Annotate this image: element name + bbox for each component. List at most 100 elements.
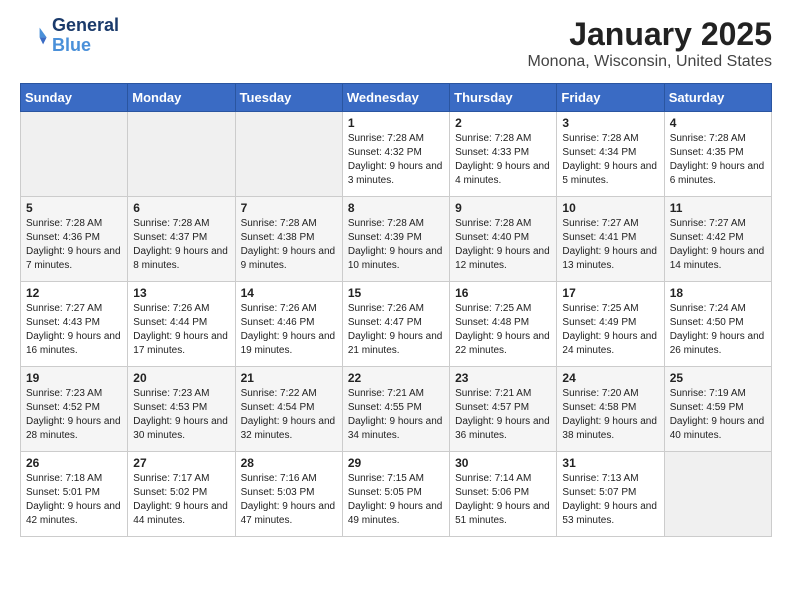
day-info: Sunrise: 7:25 AM Sunset: 4:49 PM Dayligh…	[562, 302, 658, 358]
calendar-cell	[235, 112, 342, 197]
weekday-header-saturday: Saturday	[664, 84, 771, 112]
day-number: 7	[241, 201, 337, 215]
day-info: Sunrise: 7:28 AM Sunset: 4:36 PM Dayligh…	[26, 217, 122, 273]
day-number: 2	[455, 116, 551, 130]
calendar-cell: 25Sunrise: 7:19 AM Sunset: 4:59 PM Dayli…	[664, 367, 771, 452]
logo-line1: General	[52, 16, 119, 36]
day-number: 14	[241, 286, 337, 300]
day-number: 3	[562, 116, 658, 130]
day-number: 18	[670, 286, 766, 300]
month-title: January 2025	[527, 16, 772, 53]
calendar-cell: 31 Sunrise: 7:13 AM Sunset: 5:07 PM Dayli…	[557, 452, 664, 537]
calendar-cell: 8 Sunrise: 7:28 AM Sunset: 4:39 PM Daylig…	[342, 197, 449, 282]
day-info: Sunrise: 7:26 AM Sunset: 4:46 PM Dayligh…	[241, 302, 337, 358]
day-info: Sunrise: 7:20 AM Sunset: 4:58 PM Dayligh…	[562, 387, 658, 443]
day-info: Sunrise: 7:28 AM Sunset: 4:32 PM Dayligh…	[348, 132, 444, 188]
calendar-table: SundayMondayTuesdayWednesdayThursdayFrid…	[20, 83, 772, 537]
day-number: 13	[133, 286, 229, 300]
day-info: Sunrise: 7:27 AM Sunset: 4:43 PM Dayligh…	[26, 302, 122, 358]
day-info: Sunrise: 7:16 AM Sunset: 5:03 PM Dayligh…	[241, 472, 337, 528]
page-header: General Blue January 2025 Monona, Wiscon…	[20, 16, 772, 71]
logo-icon	[20, 22, 48, 50]
day-info: Sunrise: 7:15 AM Sunset: 5:05 PM Dayligh…	[348, 472, 444, 528]
weekday-header-wednesday: Wednesday	[342, 84, 449, 112]
calendar-week-2: 5Sunrise: 7:28 AM Sunset: 4:36 PM Daylig…	[21, 197, 772, 282]
day-info: Sunrise: 7:23 AM Sunset: 4:52 PM Dayligh…	[26, 387, 122, 443]
day-number: 9	[455, 201, 551, 215]
day-info: Sunrise: 7:19 AM Sunset: 4:59 PM Dayligh…	[670, 387, 766, 443]
calendar-cell: 19 Sunrise: 7:23 AM Sunset: 4:52 PM Dayli…	[21, 367, 128, 452]
calendar-cell: 16Sunrise: 7:25 AM Sunset: 4:48 PM Dayli…	[450, 282, 557, 367]
calendar-cell: 11 Sunrise: 7:27 AM Sunset: 4:42 PM Dayli…	[664, 197, 771, 282]
day-number: 19	[26, 371, 122, 385]
calendar-cell: 28 Sunrise: 7:16 AM Sunset: 5:03 PM Dayli…	[235, 452, 342, 537]
calendar-week-4: 19 Sunrise: 7:23 AM Sunset: 4:52 PM Dayli…	[21, 367, 772, 452]
day-number: 31	[562, 456, 658, 470]
day-info: Sunrise: 7:27 AM Sunset: 4:42 PM Dayligh…	[670, 217, 766, 273]
day-number: 21	[241, 371, 337, 385]
calendar-cell: 14 Sunrise: 7:26 AM Sunset: 4:46 PM Dayli…	[235, 282, 342, 367]
day-number: 26	[26, 456, 122, 470]
day-info: Sunrise: 7:26 AM Sunset: 4:44 PM Dayligh…	[133, 302, 229, 358]
day-number: 1	[348, 116, 444, 130]
calendar-cell: 9Sunrise: 7:28 AM Sunset: 4:40 PM Daylig…	[450, 197, 557, 282]
day-info: Sunrise: 7:13 AM Sunset: 5:07 PM Dayligh…	[562, 472, 658, 528]
day-info: Sunrise: 7:28 AM Sunset: 4:35 PM Dayligh…	[670, 132, 766, 188]
logo: General Blue	[20, 16, 119, 56]
day-info: Sunrise: 7:21 AM Sunset: 4:55 PM Dayligh…	[348, 387, 444, 443]
calendar-week-3: 12 Sunrise: 7:27 AM Sunset: 4:43 PM Dayli…	[21, 282, 772, 367]
day-info: Sunrise: 7:14 AM Sunset: 5:06 PM Dayligh…	[455, 472, 551, 528]
calendar-cell: 23 Sunrise: 7:21 AM Sunset: 4:57 PM Dayli…	[450, 367, 557, 452]
calendar-cell: 18Sunrise: 7:24 AM Sunset: 4:50 PM Dayli…	[664, 282, 771, 367]
day-info: Sunrise: 7:18 AM Sunset: 5:01 PM Dayligh…	[26, 472, 122, 528]
calendar-cell: 3Sunrise: 7:28 AM Sunset: 4:34 PM Daylig…	[557, 112, 664, 197]
day-number: 23	[455, 371, 551, 385]
calendar-cell: 10 Sunrise: 7:27 AM Sunset: 4:41 PM Dayli…	[557, 197, 664, 282]
calendar-cell: 17 Sunrise: 7:25 AM Sunset: 4:49 PM Dayli…	[557, 282, 664, 367]
day-number: 6	[133, 201, 229, 215]
weekday-header-sunday: Sunday	[21, 84, 128, 112]
calendar-week-5: 26 Sunrise: 7:18 AM Sunset: 5:01 PM Dayli…	[21, 452, 772, 537]
weekday-header-thursday: Thursday	[450, 84, 557, 112]
calendar-cell: 26 Sunrise: 7:18 AM Sunset: 5:01 PM Dayli…	[21, 452, 128, 537]
day-number: 12	[26, 286, 122, 300]
calendar-cell: 6 Sunrise: 7:28 AM Sunset: 4:37 PM Daylig…	[128, 197, 235, 282]
title-block: January 2025 Monona, Wisconsin, United S…	[527, 16, 772, 71]
calendar-week-1: 1 Sunrise: 7:28 AM Sunset: 4:32 PM Daylig…	[21, 112, 772, 197]
logo-line2: Blue	[52, 36, 119, 56]
calendar-cell: 29Sunrise: 7:15 AM Sunset: 5:05 PM Dayli…	[342, 452, 449, 537]
day-info: Sunrise: 7:21 AM Sunset: 4:57 PM Dayligh…	[455, 387, 551, 443]
weekday-header-friday: Friday	[557, 84, 664, 112]
day-info: Sunrise: 7:28 AM Sunset: 4:37 PM Dayligh…	[133, 217, 229, 273]
calendar-cell: 22Sunrise: 7:21 AM Sunset: 4:55 PM Dayli…	[342, 367, 449, 452]
day-number: 11	[670, 201, 766, 215]
day-number: 20	[133, 371, 229, 385]
calendar-header-row: SundayMondayTuesdayWednesdayThursdayFrid…	[21, 84, 772, 112]
calendar-cell: 24 Sunrise: 7:20 AM Sunset: 4:58 PM Dayli…	[557, 367, 664, 452]
location: Monona, Wisconsin, United States	[527, 53, 772, 71]
calendar-cell: 5Sunrise: 7:28 AM Sunset: 4:36 PM Daylig…	[21, 197, 128, 282]
day-info: Sunrise: 7:17 AM Sunset: 5:02 PM Dayligh…	[133, 472, 229, 528]
day-info: Sunrise: 7:22 AM Sunset: 4:54 PM Dayligh…	[241, 387, 337, 443]
day-number: 30	[455, 456, 551, 470]
calendar-cell: 2Sunrise: 7:28 AM Sunset: 4:33 PM Daylig…	[450, 112, 557, 197]
calendar-cell: 4 Sunrise: 7:28 AM Sunset: 4:35 PM Daylig…	[664, 112, 771, 197]
weekday-header-monday: Monday	[128, 84, 235, 112]
day-number: 10	[562, 201, 658, 215]
calendar-cell: 15 Sunrise: 7:26 AM Sunset: 4:47 PM Dayli…	[342, 282, 449, 367]
day-number: 24	[562, 371, 658, 385]
day-info: Sunrise: 7:27 AM Sunset: 4:41 PM Dayligh…	[562, 217, 658, 273]
calendar-cell: 12 Sunrise: 7:27 AM Sunset: 4:43 PM Dayli…	[21, 282, 128, 367]
day-number: 16	[455, 286, 551, 300]
calendar-cell	[664, 452, 771, 537]
calendar-cell: 21 Sunrise: 7:22 AM Sunset: 4:54 PM Dayli…	[235, 367, 342, 452]
day-number: 8	[348, 201, 444, 215]
day-info: Sunrise: 7:26 AM Sunset: 4:47 PM Dayligh…	[348, 302, 444, 358]
day-number: 28	[241, 456, 337, 470]
weekday-header-tuesday: Tuesday	[235, 84, 342, 112]
day-number: 15	[348, 286, 444, 300]
day-number: 4	[670, 116, 766, 130]
day-number: 17	[562, 286, 658, 300]
day-info: Sunrise: 7:28 AM Sunset: 4:39 PM Dayligh…	[348, 217, 444, 273]
calendar-cell: 13 Sunrise: 7:26 AM Sunset: 4:44 PM Dayli…	[128, 282, 235, 367]
